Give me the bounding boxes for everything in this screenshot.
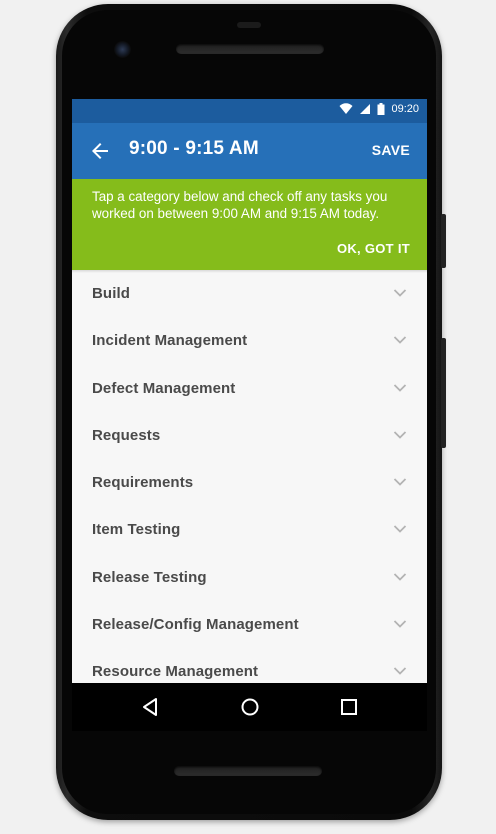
category-item-resource-management[interactable]: Resource Management bbox=[72, 648, 427, 683]
category-item-requests[interactable]: Requests bbox=[72, 412, 427, 459]
chevron-down-icon bbox=[393, 620, 407, 628]
volume-button bbox=[441, 338, 446, 448]
nav-recents-icon[interactable] bbox=[337, 695, 361, 719]
wifi-icon bbox=[339, 103, 353, 114]
status-bar: 09:20 bbox=[72, 99, 427, 123]
category-item-requirements[interactable]: Requirements bbox=[72, 459, 427, 506]
chevron-down-icon bbox=[393, 383, 407, 392]
category-label: Requirements bbox=[92, 474, 194, 492]
banner-message: Tap a category below and check off any t… bbox=[92, 189, 388, 221]
top-slot bbox=[237, 22, 261, 28]
category-item-build[interactable]: Build bbox=[72, 270, 427, 317]
power-button bbox=[441, 214, 446, 268]
save-button[interactable]: SAVE bbox=[372, 142, 410, 158]
category-label: Item Testing bbox=[92, 521, 181, 539]
bottom-speaker bbox=[174, 766, 322, 776]
chevron-down-icon bbox=[393, 431, 407, 439]
category-label: Defect Management bbox=[92, 379, 236, 397]
category-label: Resource Management bbox=[92, 663, 259, 681]
info-banner: Tap a category below and check off any t… bbox=[72, 179, 427, 270]
chevron-down-icon bbox=[393, 667, 407, 676]
system-nav-bar bbox=[72, 683, 427, 731]
nav-home-icon[interactable] bbox=[238, 695, 262, 719]
category-item-incident-management[interactable]: Incident Management bbox=[72, 317, 427, 364]
category-label: Release/Config Management bbox=[92, 616, 299, 634]
chevron-down-icon bbox=[393, 573, 407, 581]
category-label: Build bbox=[92, 285, 130, 302]
category-label: Requests bbox=[92, 426, 161, 444]
screen: 09:20 9:00 - 9:15 AM SAVE Tap a category… bbox=[72, 99, 427, 683]
category-list: Build Incident Management Defect Managem… bbox=[72, 270, 427, 683]
earpiece-speaker bbox=[176, 44, 324, 54]
ok-got-it-button[interactable]: OK, GOT IT bbox=[337, 241, 410, 256]
chevron-down-icon bbox=[393, 525, 407, 534]
category-item-defect-management[interactable]: Defect Management bbox=[72, 365, 427, 412]
battery-icon bbox=[377, 103, 385, 115]
status-time: 09:20 bbox=[391, 103, 419, 115]
app-bar: 9:00 - 9:15 AM SAVE bbox=[72, 123, 427, 179]
nav-back-icon[interactable] bbox=[139, 695, 163, 719]
category-label: Release Testing bbox=[92, 568, 207, 586]
category-label: Incident Management bbox=[92, 332, 248, 350]
category-item-release-testing[interactable]: Release Testing bbox=[72, 554, 427, 601]
category-item-release-config-management[interactable]: Release/Config Management bbox=[72, 601, 427, 648]
chevron-down-icon bbox=[393, 478, 407, 486]
cell-signal-icon bbox=[360, 104, 371, 114]
arrow-back-icon[interactable] bbox=[88, 139, 112, 163]
chevron-down-icon bbox=[393, 289, 407, 297]
chevron-down-icon bbox=[393, 336, 407, 345]
page-title: 9:00 - 9:15 AM bbox=[129, 138, 259, 159]
front-camera bbox=[114, 41, 131, 58]
category-item-item-testing[interactable]: Item Testing bbox=[72, 506, 427, 553]
